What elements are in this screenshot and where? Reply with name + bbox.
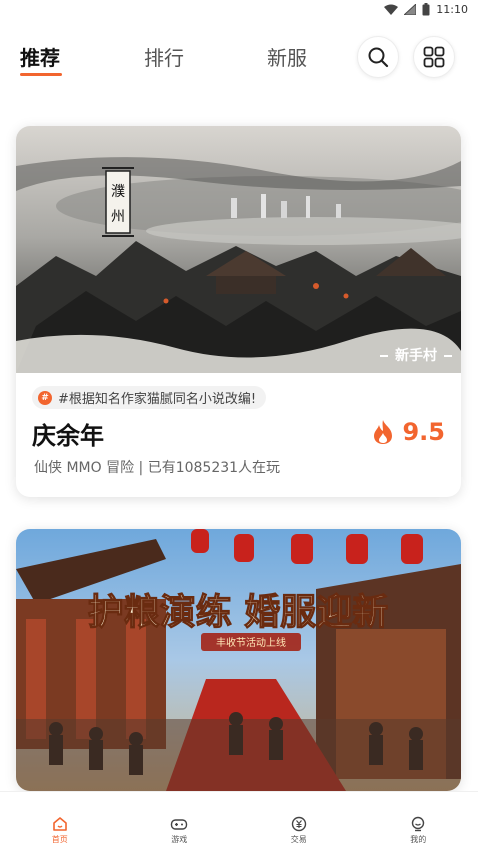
fire-icon <box>374 420 393 444</box>
nav-games-label: 游戏 <box>171 835 188 844</box>
nav-games[interactable]: 游戏 <box>120 792 240 851</box>
game-card[interactable]: 濮 州 新手村 # #根据知名作家猫腻同名小说改编! 庆余年 9.5 仙侠 MM… <box>16 126 461 497</box>
search-icon <box>368 47 389 68</box>
nav-trade-label: 交易 <box>290 835 307 844</box>
game-title: 庆余年 <box>32 422 104 450</box>
game-tag-text: #根据知名作家猫腻同名小说改编! <box>58 392 257 407</box>
nav-home[interactable]: 首页 <box>0 792 120 851</box>
nav-home-label: 首页 <box>51 835 68 844</box>
signal-icon <box>404 4 417 15</box>
banner-subtitle: 丰收节活动上线 <box>216 636 286 649</box>
hashtag-icon: # <box>38 390 52 405</box>
game-cover-image: 濮 州 新手村 <box>16 126 461 373</box>
game-rating: 9.5 <box>370 418 445 446</box>
gamepad-icon <box>171 819 188 830</box>
event-banner-image: 护粮演练 婚服迎新 丰收节活动上线 <box>16 529 461 791</box>
status-bar: 11:10 <box>0 0 478 22</box>
game-card[interactable]: 护粮演练 婚服迎新 丰收节活动上线 <box>16 529 461 791</box>
profile-icon <box>412 816 425 832</box>
rating-value: 9.5 <box>402 418 445 446</box>
trade-icon <box>291 816 306 832</box>
top-nav: 推荐 排行 新服 <box>0 36 478 80</box>
bottom-nav: 首页 游戏 交易 我的 <box>0 791 478 851</box>
nav-trade[interactable]: 交易 <box>239 792 359 851</box>
nav-profile-label: 我的 <box>410 835 427 844</box>
status-icons: 11:10 <box>384 3 468 16</box>
active-tab-indicator <box>20 73 62 76</box>
game-meta: 仙侠 MMO 冒险 | 已有1085231人在玩 <box>34 460 281 476</box>
seal-char-2: 州 <box>111 209 125 225</box>
search-button[interactable] <box>357 36 399 78</box>
grid-icon <box>423 46 445 68</box>
categories-button[interactable] <box>413 36 455 78</box>
banner-title: 护粮演练 婚服迎新 <box>88 591 389 633</box>
status-time: 11:10 <box>436 3 468 16</box>
tab-ranking[interactable]: 排行 <box>144 42 184 71</box>
seal-char-1: 濮 <box>111 184 125 200</box>
battery-icon <box>422 3 430 16</box>
tab-recommend[interactable]: 推荐 <box>20 42 60 71</box>
home-icon <box>52 817 67 831</box>
cover-caption: 新手村 <box>395 347 437 364</box>
game-tag: # #根据知名作家猫腻同名小说改编! <box>32 386 267 409</box>
tab-new-servers[interactable]: 新服 <box>267 42 307 71</box>
wifi-icon <box>384 4 399 15</box>
nav-profile[interactable]: 我的 <box>359 792 478 851</box>
